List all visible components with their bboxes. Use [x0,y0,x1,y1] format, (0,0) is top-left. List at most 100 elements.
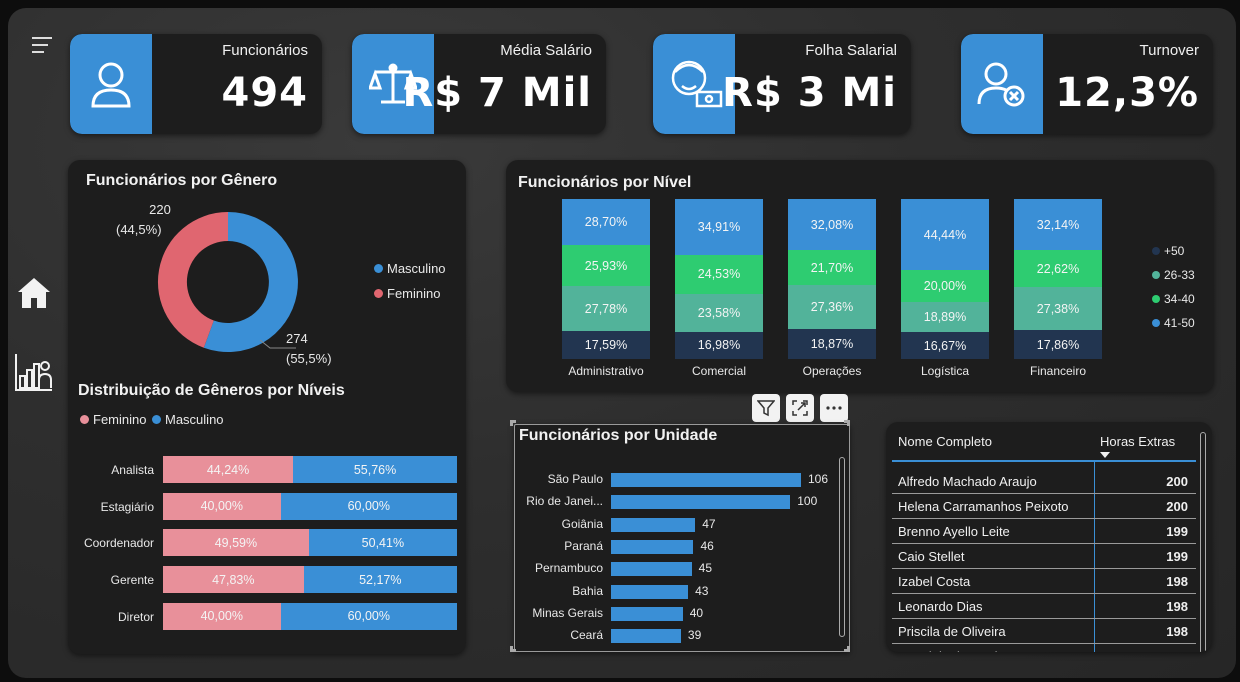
stacked-bar-segment[interactable]: 32,08% [788,198,876,251]
kpi-label: Turnover [1139,42,1199,59]
legend-label: Masculino [165,412,224,427]
resize-handle[interactable] [510,646,516,652]
y-axis-label: Goiânia [561,516,603,531]
stacked-bar-segment[interactable]: 16,98% [675,331,763,359]
stacked-bar-segment[interactable]: 44,44% [901,199,989,271]
kpi-value: 12,3% [1055,70,1199,116]
bar-segment-feminino[interactable]: 40,00% [163,602,281,630]
legend-item-34-40[interactable]: 34-40 [1152,292,1195,306]
stacked-bar-segment[interactable]: 22,62% [1014,250,1102,287]
kpi-label: Média Salário [500,42,592,59]
kpi-funcionarios: Funcionários 494 [70,34,322,134]
scrollbar[interactable] [839,457,845,637]
bar-segment-feminino[interactable]: 44,24% [163,456,294,483]
more-options-icon [826,406,842,410]
legend-item-masculino[interactable]: Masculino [374,261,446,276]
legend-item-50plus[interactable]: +50 [1152,244,1184,258]
x-axis-label: Operações [802,364,862,378]
cell-horas: 199 [1166,524,1188,539]
focus-mode-button[interactable] [786,394,814,422]
focus-mode-icon [792,400,808,416]
table-row[interactable]: Leonardo Dias 198 [892,594,1196,619]
stacked-bar-segment[interactable]: 21,70% [788,250,876,286]
legend-item-41-50[interactable]: 41-50 [1152,316,1195,330]
y-axis-label: Estagiário [100,499,154,514]
legend-dot [152,415,161,424]
y-axis-label: Gerente [110,573,154,588]
kpi-label: Funcionários [222,42,308,59]
stacked-bar-segment[interactable]: 17,59% [562,330,650,359]
legend-item-masculino[interactable]: Masculino [152,412,224,427]
stacked-bar-segment[interactable]: 27,36% [788,285,876,329]
bar-segment-feminino[interactable]: 47,83% [163,566,304,594]
column-header-nome[interactable]: Nome Completo [898,434,992,449]
bar[interactable] [611,495,791,510]
legend-item-feminino[interactable]: Feminino [80,412,146,427]
bar[interactable] [611,473,801,487]
resize-handle[interactable] [844,646,850,652]
resize-handle[interactable] [844,420,850,426]
legend-label: 41-50 [1164,316,1195,330]
table-row[interactable]: Priscila de Oliveira 198 [892,619,1196,644]
overtime-table: Nome Completo Horas Extras Alfredo Macha… [886,422,1212,652]
resize-handle[interactable] [510,420,516,426]
bar[interactable] [611,629,681,644]
stacked-bar-segment[interactable]: 28,70% [562,199,650,245]
table-row[interactable]: Alfredo Machado Araujo 200 [892,469,1196,494]
bar-segment-masculino[interactable]: 52,17% [303,566,457,594]
bar[interactable] [611,517,696,532]
cell-nome: Caio Stellet [898,549,965,564]
stacked-bar-segment[interactable]: 24,53% [675,254,763,295]
bar-segment-masculino[interactable]: 55,76% [293,456,457,483]
bar-segment-masculino[interactable]: 60,00% [280,492,457,520]
stacked-bar-segment[interactable]: 27,38% [1014,286,1102,331]
legend-label: 26-33 [1164,268,1195,282]
cell-horas: 199 [1166,549,1188,564]
stacked-bar-segment[interactable]: 20,00% [901,270,989,303]
filter-button[interactable] [752,394,780,422]
stacked-bar-segment[interactable]: 25,93% [562,244,650,287]
cell-horas: 200 [1166,499,1188,514]
column-header-horas[interactable]: Horas Extras [1100,434,1175,449]
bar-segment-masculino[interactable]: 50,41% [308,529,457,557]
stacked-bar-segment[interactable]: 17,86% [1014,330,1102,359]
table-row[interactable]: Caio Stellet 199 [892,544,1196,569]
stacked-bar-segment[interactable]: 18,89% [901,302,989,333]
more-options-button[interactable] [820,394,848,422]
y-axis-label: Paraná [564,538,603,553]
scrollbar[interactable] [1200,432,1206,652]
table-row[interactable]: Wendela da Cunha 198 [892,644,1196,652]
bar[interactable] [611,584,689,599]
cell-nome: Helena Carramanhos Peixoto [898,499,1069,514]
cell-nome: Leonardo Dias [898,599,983,614]
donut-chart[interactable] [148,208,308,356]
hamburger-icon[interactable] [32,36,54,54]
table-row[interactable]: Izabel Costa 198 [892,569,1196,594]
legend-item-feminino[interactable]: Feminino [374,286,440,301]
bar-segment-feminino[interactable]: 40,00% [163,492,281,520]
stacked-bar-segment[interactable]: 16,67% [901,332,989,359]
stacked-bar-segment[interactable]: 34,91% [675,199,763,255]
data-label: 46 [700,538,714,553]
filter-icon [757,400,775,417]
bar-segment-masculino[interactable]: 60,00% [280,602,457,630]
bar[interactable] [611,539,694,554]
table-row[interactable]: Helena Carramanhos Peixoto 200 [892,494,1196,519]
home-icon[interactable] [16,276,52,310]
people-analytics-icon[interactable] [14,352,54,392]
legend-label: Feminino [93,412,147,427]
chart-title: Funcionários por Nível [518,174,692,191]
cell-horas: 198 [1166,599,1188,614]
stacked-bar-segment[interactable]: 27,78% [562,286,650,331]
stacked-bar-segment[interactable]: 18,87% [788,328,876,359]
bar[interactable] [611,562,692,577]
stacked-bar-segment[interactable]: 23,58% [675,294,763,332]
unit-card[interactable]: Funcionários por Unidade São Paulo 106 Rio… [514,424,850,652]
cell-nome: Izabel Costa [898,574,971,589]
legend-item-26-33[interactable]: 26-33 [1152,268,1195,282]
table-row[interactable]: Brenno Ayello Leite 199 [892,519,1196,544]
chart-title: Distribuição de Gêneros por Níveis [78,382,345,399]
stacked-bar-segment[interactable]: 32,14% [1014,199,1102,251]
bar[interactable] [611,606,683,621]
bar-segment-feminino[interactable]: 49,59% [163,529,309,557]
